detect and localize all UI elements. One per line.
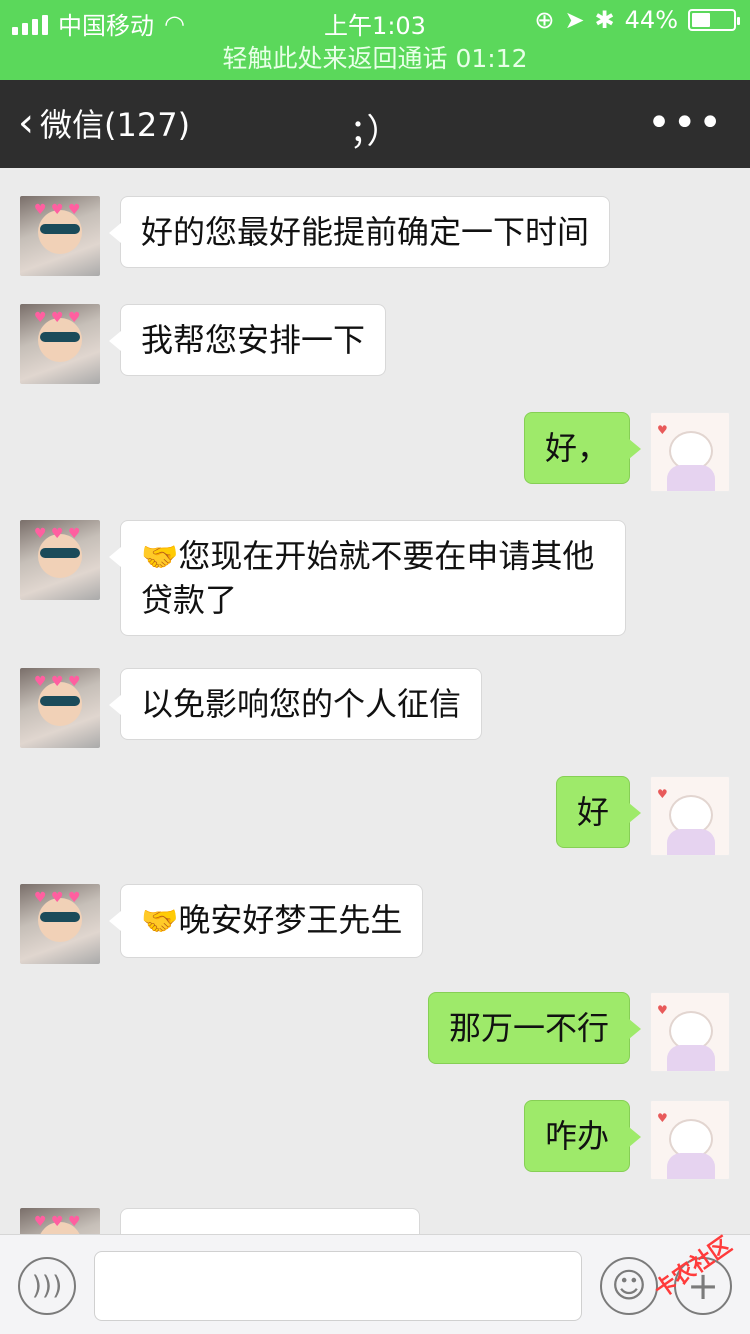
message-bubble[interactable]: 好的您最好能提前确定一下时间 [108,196,611,268]
voice-icon: ))) [31,1271,63,1301]
message-bubble[interactable]: 好， [523,412,642,484]
smiley-icon: ☺ [611,1266,647,1306]
chat-title: ；） [349,112,401,152]
avatar[interactable]: ♥ [650,776,730,856]
message-row: ♥ 那万一不行 [0,992,750,1072]
avatar[interactable]: ♥ [650,1100,730,1180]
message-row: ♥ ♥ ♥ 以免影响您的个人征信 [0,668,750,748]
avatar[interactable]: ♥ [650,412,730,492]
message-input[interactable] [94,1251,582,1321]
message-bubble[interactable]: 好 [555,776,642,848]
message-text: 您现在开始就不要在申请其他贷款了 [141,537,595,619]
message-row: ♥ ♥ ♥ 🤝晚安好梦王先生 [0,884,750,964]
message-row: ♥ ♥ ♥ 我帮您安排一下 [0,304,750,384]
message-bubble[interactable]: 咋办 [523,1100,642,1172]
bluetooth-icon: ✱ [594,6,615,34]
rotation-lock-icon: ⊕ [534,6,555,34]
avatar[interactable]: ♥ ♥ ♥ [20,196,100,276]
message-text: 晚安好梦王先生 [178,901,403,939]
avatar[interactable]: ♥ ♥ ♥ [20,668,100,748]
return-to-call-banner[interactable]: 轻触此处来返回通话 01:12 [0,40,750,80]
message-row: ♥ 咋办 [0,1100,750,1180]
status-right: ⊕ ➤ ✱ 44% [534,6,740,34]
handshake-icon: 🤝 [141,904,179,939]
message-bubble[interactable]: 🤝晚安好梦王先生 [108,884,424,958]
avatar[interactable]: ♥ ♥ ♥ [20,884,100,964]
battery-icon [688,9,740,31]
message-bubble[interactable]: 那万一不行 [427,992,642,1064]
avatar[interactable]: ♥ ♥ ♥ [20,520,100,600]
chat-area[interactable]: ♥ ♥ ♥ 好的您最好能提前确定一下时间 ♥ ♥ ♥ 我帮您安排一下 ♥ 好， … [0,168,750,1234]
message-bubble[interactable]: 以免影响您的个人征信 [108,668,483,740]
location-icon: ➤ [564,6,585,34]
status-bar: 中国移动 ◠ 上午1:03 ⊕ ➤ ✱ 44% [0,0,750,40]
handshake-icon: 🤝 [141,540,179,575]
battery-fill [692,13,710,27]
avatar[interactable]: ♥ [650,992,730,1072]
message-row: ♥ 好， [0,412,750,492]
voice-input-button[interactable]: ))) [18,1257,76,1315]
message-bubble[interactable]: 我帮您安排一下 [108,304,387,376]
message-row: ♥ ♥ ♥ 好的您最好能提前确定一下时间 [0,196,750,276]
input-bar: ))) ☺ + [0,1234,750,1334]
message-bubble[interactable]: 🤝您现在开始就不要在申请其他贷款了 [109,520,626,636]
battery-percent: 44% [624,6,678,34]
message-row-partial: ♥ ♥ ♥ [0,1208,750,1234]
message-row: ♥ ♥ ♥ 🤝您现在开始就不要在申请其他贷款了 [0,520,750,640]
avatar[interactable]: ♥ ♥ ♥ [20,304,100,384]
more-button[interactable]: ••• [647,100,724,146]
nav-bar: ‹ 微信(127) ；） ••• [0,80,750,168]
emoji-button[interactable]: ☺ [600,1257,658,1315]
avatar[interactable]: ♥ ♥ ♥ [20,1208,100,1234]
message-row: ♥ 好 [0,776,750,856]
message-bubble[interactable] [120,1208,420,1234]
